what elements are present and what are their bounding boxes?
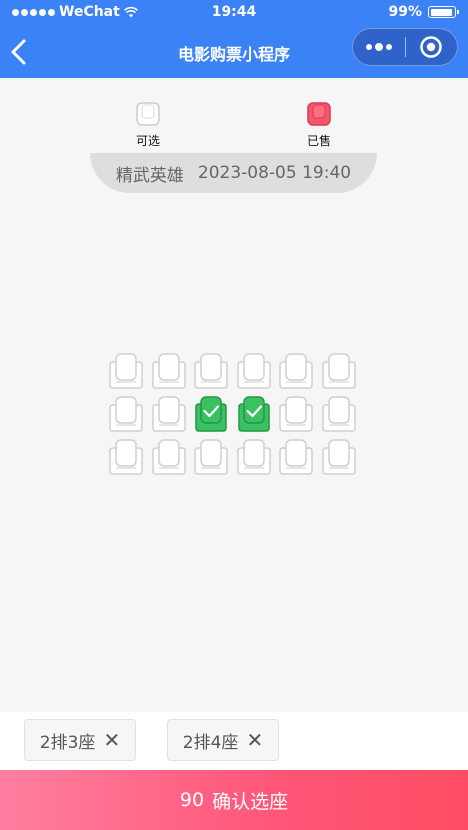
- battery-fill: [430, 8, 453, 16]
- movie-info-bar: 精武英雄 2023-08-05 19:40: [90, 153, 377, 193]
- seat-available[interactable]: [277, 352, 315, 390]
- confirm-seat-button[interactable]: 90 确认选座: [0, 770, 468, 830]
- app-screen: WeChat 19:44 99% 电影购票小程序 可选 已售 精武英雄 2023…: [0, 0, 468, 830]
- available-seat-icon: [194, 439, 228, 475]
- legend-available: 可选: [123, 102, 173, 149]
- status-bar: WeChat 19:44 99%: [0, 0, 468, 26]
- seat-available[interactable]: [320, 352, 358, 390]
- seat-available[interactable]: [192, 438, 230, 476]
- movie-showtime: 2023-08-05 19:40: [197, 163, 352, 183]
- available-seat-icon: [194, 353, 228, 389]
- selected-seat-chip[interactable]: 2排3座 ✕: [24, 719, 136, 761]
- available-seat-icon: [151, 439, 186, 475]
- nav-bar: 电影购票小程序: [0, 26, 468, 78]
- sold-seat-icon: [307, 102, 331, 126]
- seat-available[interactable]: [320, 438, 358, 476]
- seat-selected[interactable]: [235, 395, 273, 433]
- available-seat-icon: [236, 439, 271, 475]
- seat-available[interactable]: [150, 395, 188, 433]
- seat-available[interactable]: [192, 352, 230, 390]
- selected-seat-label: 2排4座: [182, 732, 239, 753]
- available-seat-icon: [321, 353, 356, 389]
- available-seat-icon: [321, 439, 356, 475]
- available-seat-icon: [279, 396, 313, 432]
- available-seat-icon: [321, 396, 356, 432]
- close-mini-program-button[interactable]: [405, 29, 457, 65]
- available-seat-icon: [151, 353, 186, 389]
- seat-available[interactable]: [235, 352, 273, 390]
- available-seat-icon: [151, 396, 186, 432]
- seat-selected[interactable]: [192, 395, 230, 433]
- more-button[interactable]: [353, 29, 405, 65]
- legend-available-label: 可选: [135, 134, 160, 148]
- selected-seat-chip[interactable]: 2排4座 ✕: [167, 719, 279, 761]
- selected-seats-strip: 2排3座 ✕ 2排4座 ✕: [0, 712, 468, 770]
- more-dot: [385, 44, 392, 50]
- available-seat-icon: [109, 439, 143, 475]
- confirm-price: 90: [179, 789, 205, 811]
- battery-icon: [428, 6, 459, 18]
- available-seat-icon: [279, 439, 313, 475]
- seat-available[interactable]: [107, 395, 145, 433]
- more-dots-icon: [365, 44, 372, 50]
- seat-available[interactable]: [320, 395, 358, 433]
- available-seat-icon: [279, 353, 313, 389]
- battery-percentage: 99%: [388, 4, 422, 20]
- available-seat-icon: [136, 102, 160, 126]
- available-seat-icon: [109, 353, 143, 389]
- legend-sold: 已售: [294, 102, 344, 149]
- seat-available[interactable]: [150, 438, 188, 476]
- seat-available[interactable]: [277, 438, 315, 476]
- available-seat-icon: [109, 396, 143, 432]
- close-icon[interactable]: ✕: [246, 730, 263, 750]
- seat-available[interactable]: [150, 352, 188, 390]
- selected-seat-icon: [237, 396, 270, 432]
- seat-available[interactable]: [107, 352, 145, 390]
- more-dot: [374, 43, 383, 51]
- movie-title: 精武英雄: [115, 165, 184, 186]
- seat-available[interactable]: [277, 395, 315, 433]
- status-right: 99%: [388, 4, 459, 20]
- target-circle-icon: [420, 36, 442, 58]
- confirm-label: 确认选座: [212, 790, 289, 813]
- mini-program-capsule: [352, 28, 458, 66]
- selected-seat-label: 2排3座: [39, 732, 96, 753]
- close-icon[interactable]: ✕: [103, 730, 120, 750]
- available-seat-icon: [236, 353, 271, 389]
- selected-seat-icon: [195, 396, 227, 432]
- seat-available[interactable]: [107, 438, 145, 476]
- legend-sold-label: 已售: [306, 134, 331, 148]
- seat-available[interactable]: [235, 438, 273, 476]
